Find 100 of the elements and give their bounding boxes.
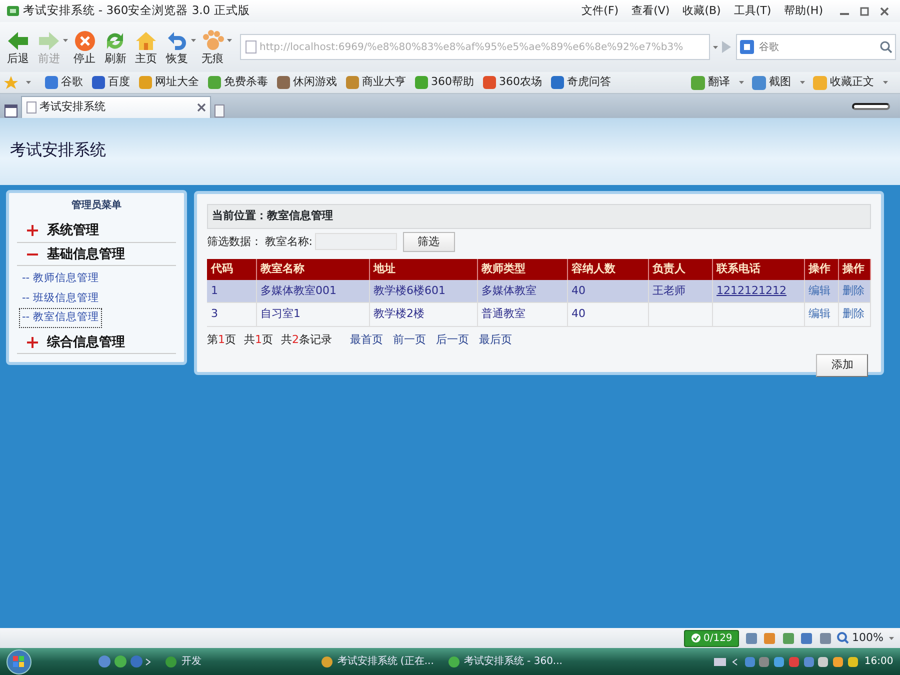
- toolbar-button[interactable]: 停止: [70, 28, 98, 66]
- menu-link[interactable]: -- 班级信息管理: [19, 288, 102, 308]
- filter-button[interactable]: 筛选: [402, 232, 455, 252]
- expand-icon[interactable]: [27, 225, 38, 236]
- tray-icon[interactable]: [817, 656, 830, 668]
- search-bar[interactable]: 谷歌: [736, 34, 896, 60]
- taskbar-item[interactable]: 考试安排系统 - 360...: [448, 654, 562, 669]
- paw-icon: [200, 28, 224, 53]
- chevron-left-icon[interactable]: [732, 658, 738, 666]
- tray-icon[interactable]: [846, 656, 859, 668]
- table-cell: 1212121212: [716, 284, 786, 296]
- menu-group[interactable]: 系统管理: [47, 221, 99, 240]
- caret-icon[interactable]: [739, 81, 744, 84]
- column-header: 地址: [369, 259, 477, 280]
- menu-item[interactable]: 文件(F): [582, 2, 619, 20]
- bookmark-link[interactable]: 360帮助: [415, 74, 474, 91]
- menu-item[interactable]: 查看(V): [632, 2, 670, 20]
- table-cell: 教学楼2楼: [374, 307, 424, 320]
- table-cell: 王老师: [652, 284, 686, 296]
- bookmark-icon: [208, 76, 221, 89]
- bookmark-link[interactable]: 百度: [92, 74, 130, 91]
- toolbar-link[interactable]: 收藏正文: [813, 74, 874, 91]
- bookmark-icon: [92, 76, 105, 89]
- page-title: 考试安排系统: [0, 118, 900, 185]
- check-icon: [690, 633, 701, 643]
- bookmark-link[interactable]: 商业大亨: [346, 74, 406, 91]
- caret-icon[interactable]: [190, 38, 196, 42]
- column-header: 操作: [838, 259, 870, 280]
- pager-link[interactable]: 前一页: [393, 332, 426, 348]
- tool-icon: [813, 76, 827, 90]
- delete-link[interactable]: 删除: [842, 307, 864, 320]
- toolbar-button[interactable]: 刷新: [101, 28, 130, 66]
- chevron-icon[interactable]: [145, 658, 152, 666]
- table-cell: 教学楼6楼601: [374, 284, 446, 296]
- close-icon[interactable]: [880, 6, 888, 16]
- bookmark-icon: [483, 76, 496, 89]
- taskbar-item[interactable]: 考试安排系统 (正在...: [321, 654, 434, 669]
- browser-tab[interactable]: 考试安排系统: [20, 96, 211, 118]
- bookmark-link[interactable]: 免费杀毒: [208, 74, 268, 91]
- app-icon: [6, 5, 20, 17]
- toolbar-button[interactable]: 无痕: [198, 28, 226, 66]
- zoom-control[interactable]: 100%: [837, 630, 884, 646]
- menu-link[interactable]: -- 教师信息管理: [19, 268, 102, 288]
- bookmark-icon: [551, 76, 564, 89]
- app-icon: [321, 656, 334, 668]
- caret-icon[interactable]: [889, 636, 894, 640]
- close-tab-icon[interactable]: [196, 103, 206, 112]
- toolbar-button[interactable]: 主页: [132, 28, 160, 66]
- table-cell: 3: [211, 307, 218, 320]
- input-field[interactable]: [852, 103, 890, 110]
- edit-link[interactable]: 编辑: [808, 307, 830, 320]
- menu-link[interactable]: -- 教室信息管理: [19, 308, 102, 328]
- column-header: 教师类型: [477, 259, 567, 280]
- menu-group[interactable]: 综合信息管理: [47, 332, 125, 352]
- favorites-star-icon[interactable]: [4, 76, 18, 90]
- caret-icon[interactable]: [883, 81, 888, 84]
- new-tab-icon[interactable]: [214, 104, 224, 118]
- toolbar-link[interactable]: 翻译: [691, 74, 730, 91]
- add-button[interactable]: 添加: [816, 354, 868, 376]
- app-icon: [448, 656, 460, 668]
- tray-icon[interactable]: [802, 656, 815, 668]
- tray-icon[interactable]: [773, 656, 786, 668]
- toolbar-button[interactable]: 恢复: [162, 28, 191, 66]
- caret-icon[interactable]: [712, 46, 718, 48]
- bookmark-link[interactable]: 谷歌: [45, 74, 83, 91]
- bookmark-link[interactable]: 休闲游戏: [277, 74, 337, 91]
- app-icon: [165, 656, 178, 668]
- menu-item[interactable]: 工具(T): [734, 2, 772, 20]
- tool-icon: [691, 76, 705, 90]
- expand-icon[interactable]: [27, 337, 38, 348]
- maximize-icon[interactable]: [860, 6, 868, 16]
- tray-icon[interactable]: [758, 656, 770, 668]
- counter-badge[interactable]: 0/129: [684, 630, 740, 646]
- menu-group[interactable]: 基础信息管理: [47, 244, 125, 264]
- caret-icon[interactable]: [800, 81, 805, 84]
- menu-item[interactable]: 帮助(H): [784, 2, 823, 20]
- toolbar-button[interactable]: 后退: [4, 28, 32, 66]
- tray-icon[interactable]: [744, 656, 756, 668]
- sidebar-toggle-icon[interactable]: [4, 104, 18, 118]
- search-engine-icon: [740, 40, 754, 54]
- menu-item[interactable]: 收藏(B): [682, 2, 721, 20]
- toolbar-link[interactable]: 截图: [752, 74, 791, 91]
- caret-icon[interactable]: [226, 38, 232, 42]
- pager-link[interactable]: 最后页: [479, 332, 512, 348]
- breadcrumb: 当前位置：教室信息管理: [207, 204, 871, 228]
- filter-label: 筛选数据：: [207, 234, 262, 250]
- bookmark-icon: [277, 76, 290, 89]
- caret-icon[interactable]: [26, 81, 31, 84]
- tray-icon[interactable]: [832, 656, 844, 668]
- keyboard-icon[interactable]: [714, 658, 726, 666]
- start-button-icon[interactable]: [4, 648, 34, 675]
- bookmark-link[interactable]: 360农场: [483, 74, 542, 91]
- pager-link[interactable]: 最首页: [350, 332, 383, 348]
- bookmark-link[interactable]: 奇虎问答: [551, 74, 611, 91]
- window-title: 考试安排系统 - 360安全浏览器 3.0 正式版: [22, 2, 250, 20]
- search-icon[interactable]: [880, 41, 892, 53]
- pager-link[interactable]: 后一页: [436, 332, 469, 348]
- taskbar-item[interactable]: 开发: [165, 654, 202, 669]
- bookmark-link[interactable]: 网址大全: [139, 74, 199, 91]
- column-header: 代码: [207, 259, 256, 280]
